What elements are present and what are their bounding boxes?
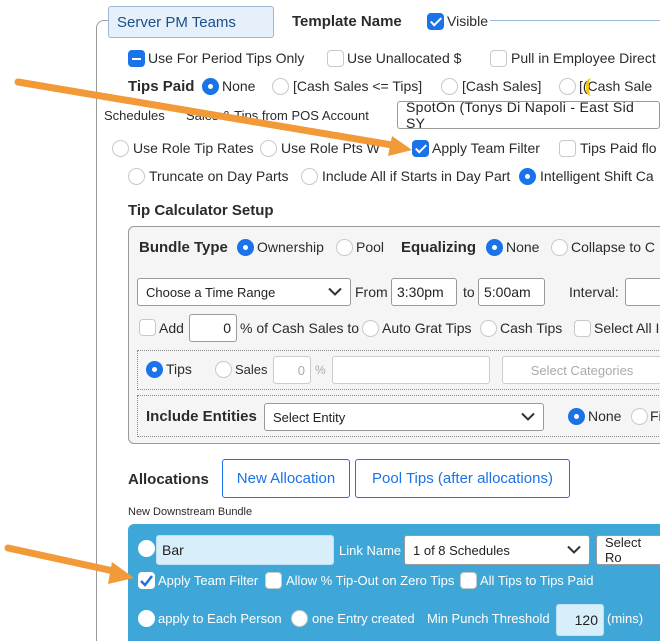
arrow-annotation-icon [4, 78, 412, 584]
